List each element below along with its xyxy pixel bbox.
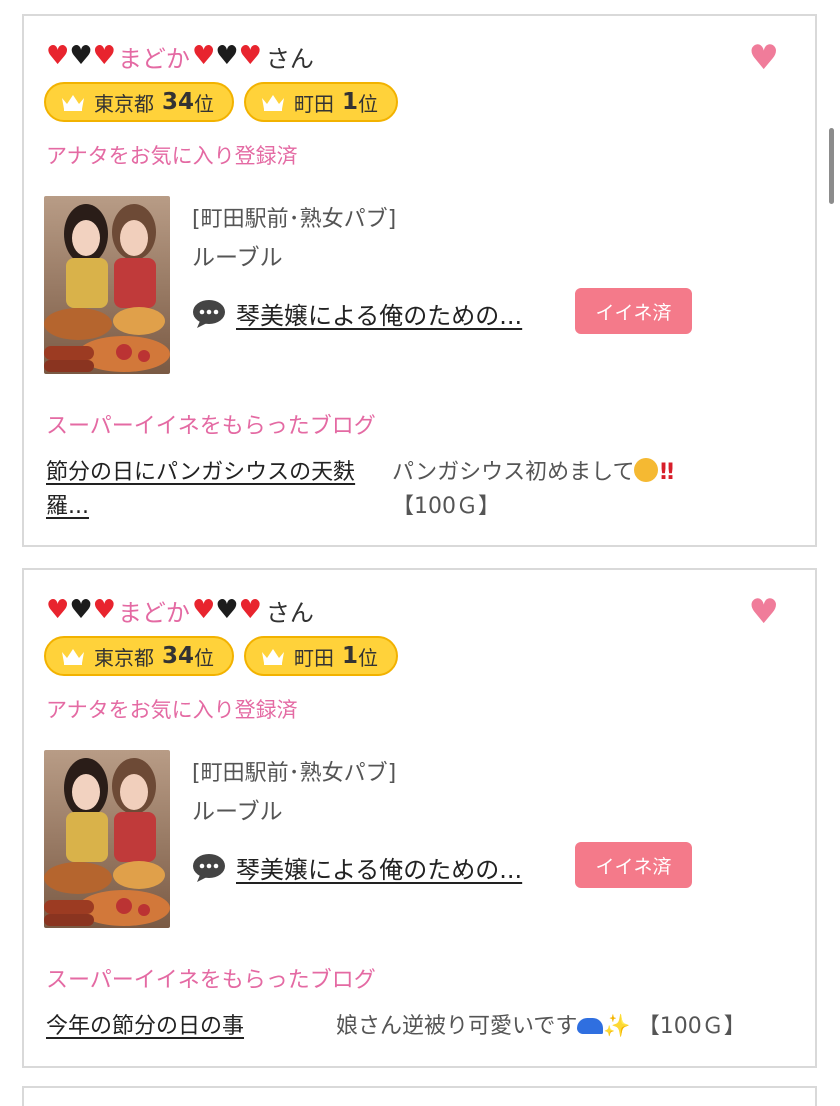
red-heart-icon: ♥ [92, 595, 116, 625]
black-heart-icon: ♥ [215, 41, 239, 71]
blog-comment-points: 【100Ｇ】 [392, 494, 500, 519]
speech-bubble-icon [193, 299, 225, 328]
favorite-heart-icon[interactable]: ♥ [749, 38, 779, 78]
rank-badge-machida: 町田 1 位 [244, 82, 399, 122]
super-iine-label: スーパーイイネをもらったブログ [46, 968, 376, 993]
black-heart-icon: ♥ [69, 595, 93, 625]
shop-category: [町田駅前･熟女パブ] [192, 207, 397, 232]
rank-badges: 東京都 34 位 町田 1 位 [44, 636, 399, 676]
blog-comment-points: 【100Ｇ】 [637, 1014, 746, 1039]
black-heart-icon: ♥ [215, 595, 239, 625]
blog-title-link[interactable]: 節分の日にパンガシウスの天麩羅... [46, 456, 376, 524]
rank-badge-tokyo: 東京都 34 位 [44, 636, 235, 676]
rank-badge-tokyo: 東京都 34 位 [44, 82, 235, 122]
crown-icon [62, 95, 84, 111]
red-heart-icon: ♥ [46, 595, 70, 625]
rank-area: 東京都 [94, 91, 154, 116]
rank-area: 町田 [294, 645, 335, 670]
rank-number: 34 [162, 89, 195, 115]
iine-done-button[interactable]: イイネ済 [575, 842, 692, 888]
blog-comment-text: パンガシウス初めまして [392, 460, 635, 485]
favorite-user-card: ♥ ♥ ♥ まどか ♥ ♥ ♥ さん ♥ 東京都 34 位 町田 1 位 アナタ… [22, 14, 817, 547]
blog-comment-text: 娘さん逆被り可愛いです [336, 1014, 578, 1039]
crown-icon [262, 649, 285, 665]
rank-suffix: 位 [358, 91, 379, 116]
favorite-heart-icon[interactable]: ♥ [749, 592, 779, 632]
red-heart-icon: ♥ [238, 41, 262, 71]
red-heart-icon: ♥ [46, 41, 70, 71]
shop-name[interactable]: ルーブル [192, 792, 283, 826]
double-exclamation-icon: !! [658, 460, 675, 485]
user-name-row[interactable]: ♥ ♥ ♥ まどか ♥ ♥ ♥ さん [46, 590, 314, 630]
crown-icon [262, 95, 285, 111]
favorite-status-text: アナタをお気に入り登録済 [46, 698, 298, 722]
comment-link[interactable]: 琴美嬢による俺のための... [236, 296, 522, 331]
rank-suffix: 位 [358, 645, 379, 670]
shop-name[interactable]: ルーブル [192, 238, 283, 272]
rank-area: 町田 [294, 91, 335, 116]
rank-number: 34 [162, 643, 195, 669]
favorite-user-card [22, 1086, 817, 1106]
red-heart-icon: ♥ [191, 41, 216, 71]
speech-bubble-icon [193, 853, 225, 882]
red-heart-icon: ♥ [191, 595, 216, 625]
user-name[interactable]: まどか [118, 39, 190, 74]
favorite-status-text: アナタをお気に入り登録済 [46, 144, 298, 168]
user-name-row[interactable]: ♥ ♥ ♥ まどか ♥ ♥ ♥ さん [46, 36, 314, 76]
cast-photo[interactable] [44, 750, 170, 928]
rank-area: 東京都 [94, 645, 154, 670]
iine-done-button[interactable]: イイネ済 [575, 288, 692, 334]
comment-row: 琴美嬢による俺のための... [192, 850, 522, 885]
comment-row: 琴美嬢による俺のための... [192, 296, 522, 331]
rank-number: 1 [342, 643, 359, 669]
red-heart-icon: ♥ [92, 41, 116, 71]
super-iine-label: スーパーイイネをもらったブログ [46, 414, 376, 439]
red-heart-icon: ♥ [238, 595, 262, 625]
user-name-suffix: さん [265, 598, 314, 627]
cap-emoji-icon [577, 1018, 604, 1034]
rank-badge-machida: 町田 1 位 [244, 636, 399, 676]
black-heart-icon: ♥ [69, 41, 93, 71]
rank-suffix: 位 [194, 91, 215, 116]
cast-photo[interactable] [44, 196, 170, 374]
blog-title-link[interactable]: 今年の節分の日の事 [46, 1010, 316, 1044]
scrollbar[interactable] [829, 128, 834, 204]
rank-number: 1 [342, 89, 359, 115]
crown-icon [62, 649, 84, 665]
user-name[interactable]: まどか [118, 593, 190, 628]
user-name-suffix: さん [265, 44, 314, 73]
sparkles-icon: ✨ [603, 1014, 631, 1039]
favorite-user-card: ♥ ♥ ♥ まどか ♥ ♥ ♥ さん ♥ 東京都 34 位 町田 1 位 アナタ… [22, 568, 817, 1068]
rank-suffix: 位 [194, 645, 215, 670]
cat-emoji-icon [634, 458, 659, 482]
blog-comment: パンガシウス初めまして!! 【100Ｇ】 [392, 456, 792, 524]
blog-comment: 娘さん逆被り可愛いです ✨ 【100Ｇ】 [336, 1010, 806, 1044]
shop-category: [町田駅前･熟女パブ] [192, 761, 397, 786]
comment-link[interactable]: 琴美嬢による俺のための... [236, 850, 522, 885]
rank-badges: 東京都 34 位 町田 1 位 [44, 82, 399, 122]
